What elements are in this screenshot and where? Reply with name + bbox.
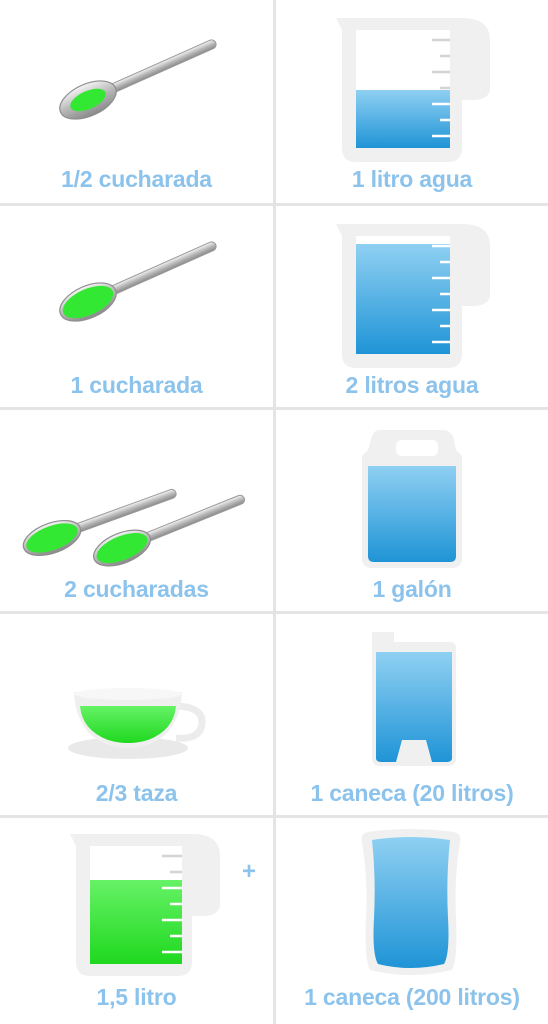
cell-1-5-litro: 1,5 litro (0, 818, 273, 1023)
cell-one-spoon: 1 cucharada (0, 206, 273, 411)
cell-caneca-200: 1 caneca (200 litros) (276, 818, 548, 1023)
label-half-spoon: 1/2 cucharada (61, 166, 212, 192)
barrel-icon (361, 829, 461, 975)
two-spoons-icon (22, 488, 246, 567)
label-2-litros: 2 litros agua (345, 372, 479, 398)
cell-two-spoons: 2 cucharadas (0, 410, 273, 615)
spoon-half-icon (59, 39, 217, 120)
cell-taza: 2/3 taza (0, 614, 273, 819)
label-galon: 1 galón (372, 576, 452, 602)
label-one-spoon: 1 cucharada (70, 372, 203, 398)
measuring-jug-icon (336, 18, 490, 162)
teacup-icon (68, 688, 206, 759)
plus-sign: + (242, 858, 257, 885)
label-1-litro: 1 litro agua (351, 166, 473, 192)
label-caneca-200: 1 caneca (200 litros) (304, 984, 520, 1010)
label-taza: 2/3 taza (95, 780, 178, 806)
gallon-jug-icon (362, 430, 462, 568)
label-two-spoons: 2 cucharadas (64, 576, 209, 602)
measuring-jug-green-icon (70, 834, 220, 976)
spoon-full-icon (59, 241, 217, 322)
label-1-5-litro: 1,5 litro (96, 984, 177, 1010)
label-caneca-20: 1 caneca (20 litros) (310, 780, 514, 806)
cell-galon: 1 galón (276, 410, 548, 615)
cell-half-spoon: 1/2 cucharada (0, 0, 273, 205)
cell-1-litro: 1 litro agua (276, 0, 548, 205)
cell-caneca-20: 1 caneca (20 litros) (276, 614, 548, 819)
jerrycan-icon (372, 632, 456, 766)
measuring-jug-icon (336, 224, 490, 368)
dosage-grid: 1/2 cucharada 1 litro agua 1 cucharada 2… (0, 0, 548, 1024)
cell-2-litros: 2 litros agua (276, 206, 548, 411)
